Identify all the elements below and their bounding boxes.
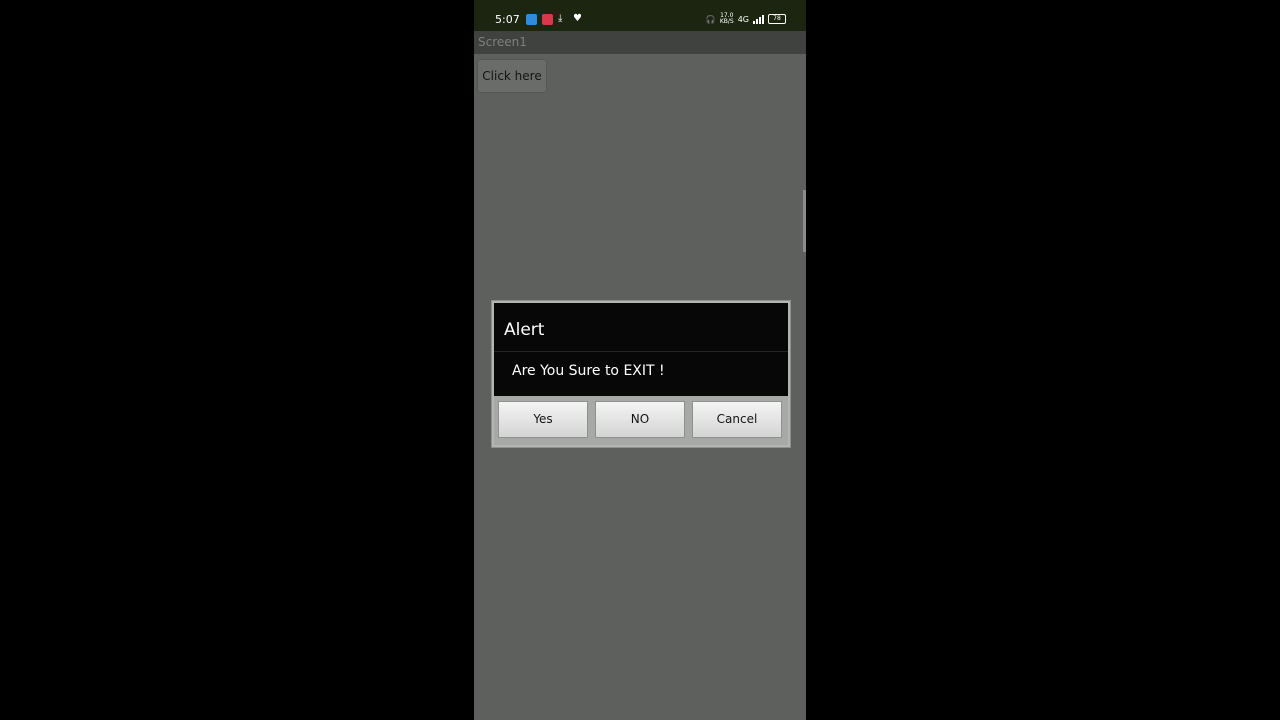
scrollbar-thumb[interactable] xyxy=(803,190,806,252)
network-speed: 17.0 KB/S xyxy=(720,13,734,25)
message-app-icon xyxy=(526,14,537,25)
cancel-button[interactable]: Cancel xyxy=(692,401,782,438)
no-button[interactable]: NO xyxy=(595,401,685,438)
download-icon: ⤓ xyxy=(558,13,563,24)
dialog-title: Alert xyxy=(504,320,545,340)
video-frame: 5:07 ⤓ ♥ 🎧 17.0 KB/S 4G 78 Screen1 Click xyxy=(0,0,1280,720)
status-right-group: 🎧 17.0 KB/S 4G 78 xyxy=(706,12,786,26)
phone-screen: 5:07 ⤓ ♥ 🎧 17.0 KB/S 4G 78 Screen1 Click xyxy=(474,0,806,720)
battery-icon: 78 xyxy=(768,14,786,24)
notification-app-icon xyxy=(542,14,553,25)
headphones-icon: 🎧 xyxy=(705,14,716,24)
dialog-divider xyxy=(494,351,788,352)
dialog-header: Alert Are You Sure to EXIT ! xyxy=(494,303,788,396)
dialog-button-bar: Yes NO Cancel xyxy=(494,396,788,445)
signal-icon xyxy=(753,14,764,24)
network-speed-unit: KB/S xyxy=(719,18,734,25)
network-type: 4G xyxy=(737,14,749,24)
heart-icon: ♥ xyxy=(573,13,582,24)
screen-title: Screen1 xyxy=(478,35,527,49)
alert-dialog: Alert Are You Sure to EXIT ! Yes NO Canc… xyxy=(491,300,791,448)
yes-button[interactable]: Yes xyxy=(498,401,588,438)
dialog-message: Are You Sure to EXIT ! xyxy=(512,363,665,379)
status-bar: 5:07 ⤓ ♥ 🎧 17.0 KB/S 4G 78 xyxy=(474,0,806,31)
click-here-button[interactable]: Click here xyxy=(477,59,547,93)
status-time: 5:07 xyxy=(495,13,520,26)
app-title-bar: Screen1 xyxy=(474,31,806,54)
